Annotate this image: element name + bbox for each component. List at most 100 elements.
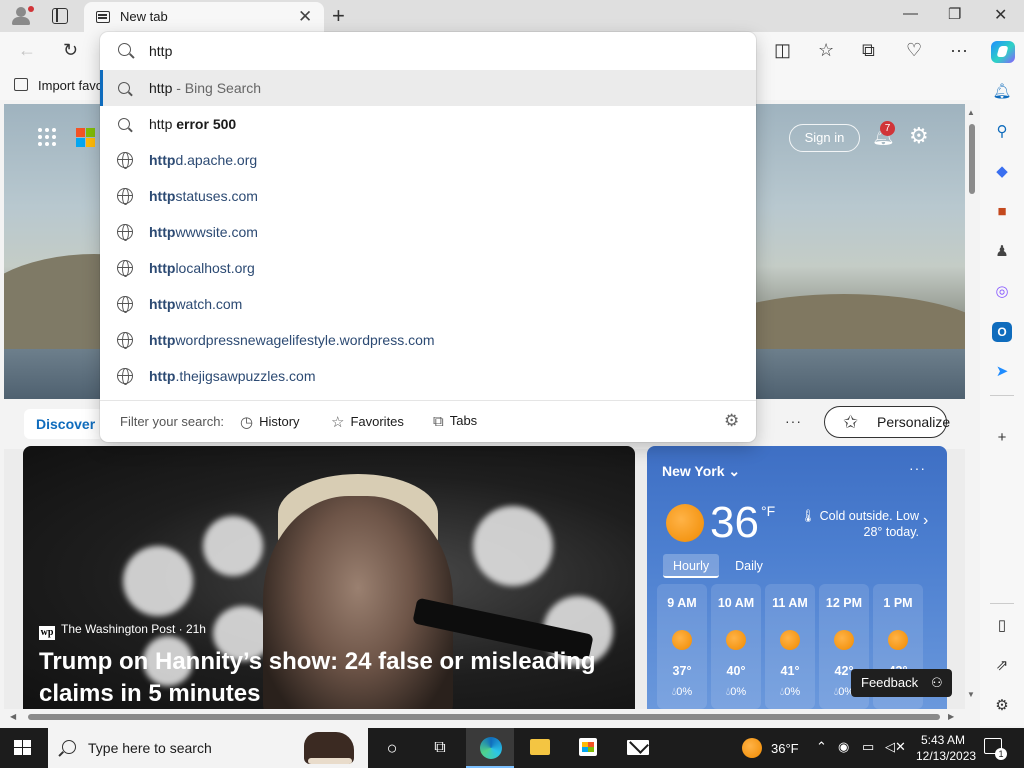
title-bar: New tab ✕ + — ❐ ✕ xyxy=(0,0,1024,32)
feedback-label: Feedback xyxy=(861,675,919,690)
filter-favorites-button[interactable]: ☆ Favorites xyxy=(331,413,404,431)
split-screen-icon[interactable]: ◫ xyxy=(774,40,791,60)
suggestion-item[interactable]: http - Bing Search xyxy=(100,70,756,106)
search-highlight-yak-icon[interactable] xyxy=(304,732,354,764)
favorites-star-icon[interactable]: ☆ xyxy=(818,40,834,60)
hide-sidebar-icon[interactable]: ▯ xyxy=(992,616,1012,636)
clock[interactable]: 5:43 AM 12/13/2023 xyxy=(916,732,977,764)
suggestion-item[interactable]: httpwatch.com xyxy=(100,286,756,322)
shopping-tag-icon[interactable]: ◆ xyxy=(992,162,1012,182)
tab-daily[interactable]: Daily xyxy=(725,554,773,578)
taskbar-mail[interactable] xyxy=(613,728,661,768)
washington-post-logo: wp xyxy=(39,626,55,640)
outlook-icon[interactable]: O xyxy=(992,322,1012,342)
suggestion-item[interactable]: httpwordpressnewagelifestyle.wordpress.c… xyxy=(100,322,756,358)
taskbar-edge-app[interactable] xyxy=(466,728,514,768)
import-favorites-link[interactable]: Import favo xyxy=(38,78,103,93)
sunny-icon xyxy=(834,630,854,650)
edge-icon xyxy=(480,737,502,759)
address-input[interactable] xyxy=(149,41,729,61)
microsoft-logo xyxy=(76,128,96,148)
weather-more-icon[interactable]: ··· xyxy=(909,460,926,476)
taskbar-search-box[interactable]: Type here to search xyxy=(48,728,368,768)
restore-icon[interactable]: ❐ xyxy=(948,5,961,23)
tab-close-icon[interactable]: ✕ xyxy=(298,7,312,27)
scroll-right-arrow-icon[interactable]: ▶ xyxy=(948,712,954,721)
news-headline[interactable]: Trump on Hannity’s show: 24 false or mis… xyxy=(39,646,619,709)
send-plane-icon[interactable]: ➤ xyxy=(992,362,1012,382)
clock-date: 12/13/2023 xyxy=(916,749,977,763)
personalize-button[interactable]: ✩ Personalize xyxy=(824,406,950,438)
suggestion-item[interactable]: http error 500 xyxy=(100,106,756,142)
back-arrow-icon[interactable]: ← xyxy=(18,40,36,60)
app-launcher-icon[interactable] xyxy=(38,128,56,146)
sign-in-button[interactable]: Sign in xyxy=(789,124,860,152)
minimize-icon[interactable]: — xyxy=(903,5,918,22)
add-sidebar-app-icon[interactable]: + xyxy=(992,428,1012,448)
scroll-left-arrow-icon[interactable]: ◀ xyxy=(10,712,16,721)
search-icon xyxy=(62,740,76,754)
page-settings-gear-icon[interactable]: ⚙ xyxy=(909,124,929,148)
cortana-icon[interactable]: ○ xyxy=(368,728,416,768)
globe-icon xyxy=(117,260,133,277)
tab-actions-icon[interactable] xyxy=(52,8,68,24)
tools-briefcase-icon[interactable]: ■ xyxy=(992,202,1012,222)
folder-icon xyxy=(530,739,550,755)
horizontal-scrollbar[interactable]: ◀ ▶ xyxy=(4,709,965,725)
chevron-right-icon[interactable]: › xyxy=(923,512,928,530)
volume-muted-icon[interactable]: ◁✕ xyxy=(885,739,906,755)
discover-tab[interactable]: Discover xyxy=(24,409,104,439)
address-bar-dropdown: http - Bing Search http error 500 httpd.ap… xyxy=(100,32,756,442)
sunny-icon xyxy=(726,630,746,650)
scroll-up-arrow-icon[interactable]: ▲ xyxy=(967,108,975,117)
filter-history-button[interactable]: ◷ History xyxy=(240,413,300,431)
suggestion-text: httpd.apache.org xyxy=(149,152,258,168)
refresh-icon[interactable]: ↻ xyxy=(63,40,78,60)
suggestion-item[interactable]: http.thejigsawpuzzles.com xyxy=(100,358,756,394)
profile-icon[interactable] xyxy=(10,6,34,26)
close-window-icon[interactable]: ✕ xyxy=(994,5,1007,25)
suggestion-text: httpstatuses.com xyxy=(149,188,258,204)
network-icon[interactable]: ▭ xyxy=(862,739,874,755)
scroll-thumb-horizontal[interactable] xyxy=(28,714,940,720)
taskbar-file-explorer[interactable] xyxy=(515,728,563,768)
browser-essentials-icon[interactable]: ♡ xyxy=(906,40,922,60)
suggestion-item[interactable]: httpd.apache.org xyxy=(100,142,756,178)
suggestion-text: http - Bing Search xyxy=(149,80,262,96)
taskbar-weather-temp[interactable]: 36°F xyxy=(771,741,799,756)
thermometer-icon: 🌡︎ xyxy=(800,509,817,523)
chevron-down-icon: ⌄ xyxy=(728,463,741,479)
suggestion-item[interactable]: httpwwwsite.com xyxy=(100,214,756,250)
meet-now-icon[interactable]: ◉ xyxy=(838,739,849,755)
filter-tabs-button[interactable]: ⧉ Tabs xyxy=(433,413,477,430)
taskbar-store[interactable] xyxy=(564,728,612,768)
tab-new-tab[interactable]: New tab ✕ xyxy=(84,2,324,32)
show-hidden-icons-icon[interactable]: ⌃ xyxy=(816,739,827,755)
settings-more-icon[interactable]: ··· xyxy=(950,40,968,60)
scroll-down-arrow-icon[interactable]: ▼ xyxy=(967,690,975,699)
search-icon[interactable]: ⚲ xyxy=(992,122,1012,142)
games-chess-icon[interactable]: ♟ xyxy=(992,242,1012,262)
scroll-thumb[interactable] xyxy=(969,124,975,194)
sunny-icon xyxy=(666,504,704,542)
taskbar-weather-icon[interactable] xyxy=(742,738,762,758)
open-external-icon[interactable]: ⇗ xyxy=(992,656,1012,676)
feed-more-icon[interactable]: ··· xyxy=(785,413,802,429)
microsoft-365-icon[interactable]: ◎ xyxy=(992,282,1012,302)
feedback-button[interactable]: Feedback ⚇ xyxy=(851,669,952,697)
vertical-scrollbar[interactable]: ▲ ▼ xyxy=(965,104,979,709)
tab-hourly[interactable]: Hourly xyxy=(663,554,720,578)
suggestion-item[interactable]: httplocalhost.org xyxy=(100,250,756,286)
notifications-bell-icon[interactable]: 🔔︎ xyxy=(992,82,1012,102)
weather-city[interactable]: New York ⌄ xyxy=(662,463,740,480)
news-card[interactable]: wp The Washington Post · 21h Trump on Han… xyxy=(23,446,635,709)
copilot-icon[interactable] xyxy=(991,41,1015,63)
search-settings-gear-icon[interactable]: ⚙ xyxy=(724,411,739,431)
address-bar[interactable] xyxy=(100,32,756,70)
suggestion-item[interactable]: httpstatuses.com xyxy=(100,178,756,214)
windows-start-icon[interactable] xyxy=(14,740,32,756)
sidebar-settings-gear-icon[interactable]: ⚙ xyxy=(992,696,1012,716)
new-tab-plus-icon[interactable]: + xyxy=(332,3,345,29)
task-view-icon[interactable]: ⧉ xyxy=(416,728,464,768)
collections-icon[interactable]: ⧉ xyxy=(862,40,875,60)
